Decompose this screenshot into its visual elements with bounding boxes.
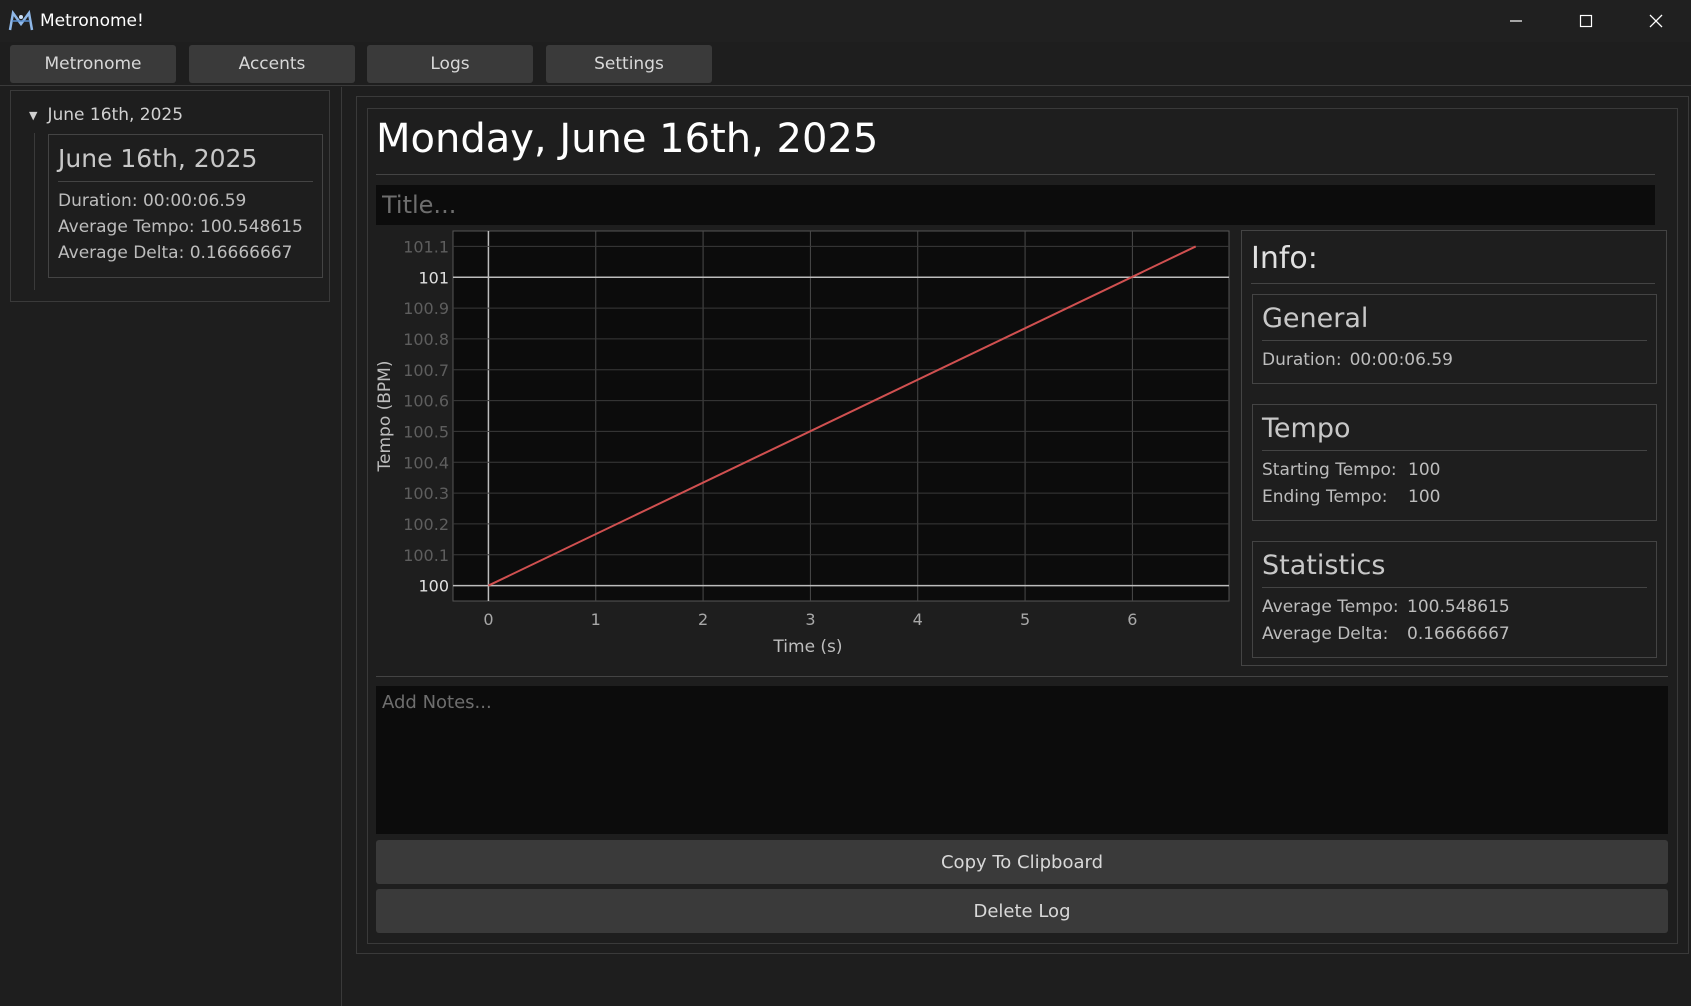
log-entry-title: June 16th, 2025 xyxy=(58,135,313,182)
duration-label: Duration: xyxy=(1262,350,1342,370)
general-title: General xyxy=(1262,295,1647,341)
tempo-section: Tempo Starting Tempo: 100 Ending Tempo: … xyxy=(1252,404,1657,521)
log-tree: ▼ June 16th, 2025 June 16th, 2025 Durati… xyxy=(10,90,330,302)
copy-to-clipboard-button[interactable]: Copy To Clipboard xyxy=(376,840,1668,884)
x-axis-label: Time (s) xyxy=(772,637,842,657)
tab-bar: Metronome Accents Logs Settings xyxy=(0,42,1691,86)
divider xyxy=(376,676,1668,677)
y-tick-label: 100.5 xyxy=(403,422,449,441)
tempo-chart-svg: 0 1 2 3 4 5 6 100 100.1 100.2 100.3 100.4 100.5 100.6… xyxy=(375,230,1230,657)
delete-log-button[interactable]: Delete Log xyxy=(376,889,1668,933)
y-tick-label: 100.1 xyxy=(403,546,449,565)
starting-tempo-value: 100 xyxy=(1408,460,1441,480)
statistics-section: Statistics Average Tempo: 100.548615 Ave… xyxy=(1252,541,1657,658)
average-tempo-value: 100.548615 xyxy=(1407,597,1510,617)
average-delta-label: Average Delta: xyxy=(1262,624,1389,644)
y-tick-label: 100.6 xyxy=(403,392,449,411)
tab-metronome[interactable]: Metronome xyxy=(10,45,176,83)
log-entry-duration: Duration: 00:00:06.59 xyxy=(58,191,247,211)
x-tick-label: 1 xyxy=(591,610,601,629)
log-entry-average-delta: Average Delta: 0.16666667 xyxy=(58,243,293,263)
y-tick-label: 100.9 xyxy=(403,299,449,318)
y-tick-label: 100.3 xyxy=(403,484,449,503)
average-tempo-label: Average Tempo: xyxy=(1262,597,1399,617)
metronome-app-icon xyxy=(8,10,34,32)
tempo-title: Tempo xyxy=(1262,405,1647,451)
divider xyxy=(1251,283,1655,284)
y-tick-label: 100.2 xyxy=(403,515,449,534)
tab-settings[interactable]: Settings xyxy=(546,45,712,83)
minimize-icon[interactable] xyxy=(1481,0,1551,42)
statistics-title: Statistics xyxy=(1262,542,1647,588)
log-entry-card[interactable]: June 16th, 2025 Duration: 00:00:06.59 Av… xyxy=(48,134,323,278)
y-tick-label: 100.7 xyxy=(403,361,449,380)
info-title: Info: xyxy=(1251,241,1318,276)
log-entry-average-tempo: Average Tempo: 100.548615 xyxy=(58,217,303,237)
ending-tempo-value: 100 xyxy=(1408,487,1441,507)
x-tick-label: 6 xyxy=(1127,610,1137,629)
title-bar: Metronome! xyxy=(0,0,1691,42)
ending-tempo-label: Ending Tempo: xyxy=(1262,487,1388,507)
tree-node-header[interactable]: ▼ June 16th, 2025 xyxy=(29,105,183,125)
x-tick-label: 2 xyxy=(698,610,708,629)
tree-node-label: June 16th, 2025 xyxy=(47,105,184,125)
x-tick-label: 5 xyxy=(1020,610,1030,629)
window-title: Metronome! xyxy=(40,11,144,31)
tree-indent-line xyxy=(34,133,35,290)
starting-tempo-label: Starting Tempo: xyxy=(1262,460,1397,480)
divider xyxy=(376,174,1655,175)
info-panel: Info: General Duration: 00:00:06.59 Temp… xyxy=(1241,230,1667,666)
x-tick-label: 3 xyxy=(805,610,815,629)
title-input[interactable] xyxy=(376,185,1655,225)
x-tick-label: 4 xyxy=(913,610,923,629)
y-tick-label: 100.4 xyxy=(403,453,449,472)
notes-textarea[interactable] xyxy=(376,686,1668,834)
log-sidebar: ▼ June 16th, 2025 June 16th, 2025 Durati… xyxy=(0,87,342,1006)
y-tick-label: 100 xyxy=(418,577,449,596)
tab-accents[interactable]: Accents xyxy=(189,45,355,83)
general-section: General Duration: 00:00:06.59 xyxy=(1252,294,1657,384)
close-icon[interactable] xyxy=(1621,0,1691,42)
x-tick-label: 0 xyxy=(483,610,493,629)
tempo-chart: 0 1 2 3 4 5 6 100 100.1 100.2 100.3 100.4 100.5 100.6… xyxy=(370,228,1230,660)
maximize-icon[interactable] xyxy=(1551,0,1621,42)
y-tick-label: 101 xyxy=(418,268,449,287)
y-tick-label: 100.8 xyxy=(403,330,449,349)
duration-value: 00:00:06.59 xyxy=(1349,350,1453,370)
average-delta-value: 0.16666667 xyxy=(1407,624,1510,644)
y-tick-label: 101.1 xyxy=(403,237,449,256)
page-title: Monday, June 16th, 2025 xyxy=(376,116,879,162)
y-axis-label: Tempo (BPM) xyxy=(375,361,395,473)
tab-logs[interactable]: Logs xyxy=(367,45,533,83)
expand-triangle-icon[interactable]: ▼ xyxy=(29,109,37,122)
